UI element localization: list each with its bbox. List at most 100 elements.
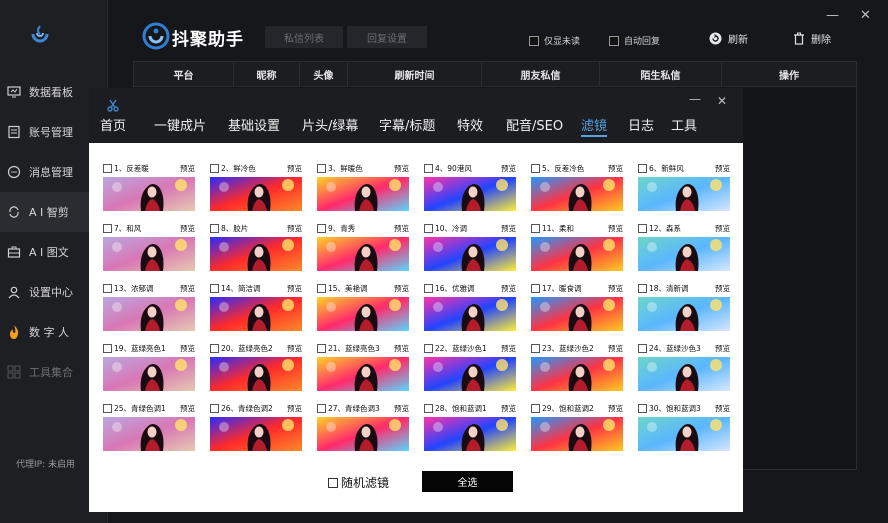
auto-reply-checkbox[interactable]: 自动回复 [609,34,660,47]
filter-item[interactable]: 8、胶片 预览 [210,221,302,276]
preview-link[interactable]: 预览 [608,403,623,414]
filter-item[interactable]: 2、鲜冷色 预览 [210,161,302,216]
filter-item[interactable]: 18、清新调 预览 [638,281,730,336]
preview-link[interactable]: 预览 [287,403,302,414]
tab-dubbing-seo[interactable]: 配音/SEO [506,115,563,134]
preview-link[interactable]: 预览 [608,343,623,354]
filter-checkbox[interactable] [638,283,647,293]
tab-one-click[interactable]: 一键成片 [154,115,206,134]
filter-item[interactable]: 16、优雅调 预览 [424,281,516,336]
filter-checkbox[interactable] [424,343,433,353]
preview-link[interactable]: 预览 [180,283,195,294]
preview-link[interactable]: 预览 [501,163,516,174]
filter-thumbnail[interactable] [317,177,409,211]
filter-checkbox[interactable] [531,223,540,233]
filter-thumbnail[interactable] [638,357,730,391]
col-stranger-messages[interactable]: 陌生私信 [600,62,722,87]
col-refresh-time[interactable]: 刷新时间 [348,62,482,87]
preview-link[interactable]: 预览 [715,403,730,414]
filter-thumbnail[interactable] [424,417,516,451]
col-friend-messages[interactable]: 朋友私信 [482,62,600,87]
filter-thumbnail[interactable] [424,237,516,271]
preview-link[interactable]: 预览 [394,403,409,414]
filter-item[interactable]: 5、反差冷色 预览 [531,161,623,216]
tab-home[interactable]: 首页 [100,115,126,134]
filter-thumbnail[interactable] [531,177,623,211]
filter-thumbnail[interactable] [103,177,195,211]
random-filter-checkbox[interactable]: 随机滤镜 [328,474,389,491]
filter-checkbox[interactable] [424,223,433,233]
filter-thumbnail[interactable] [317,357,409,391]
preview-link[interactable]: 预览 [715,343,730,354]
col-actions[interactable]: 操作 [722,62,856,87]
preview-link[interactable]: 预览 [180,403,195,414]
preview-link[interactable]: 预览 [394,283,409,294]
filter-item[interactable]: 30、饱和蓝调3 预览 [638,401,730,456]
filter-item[interactable]: 23、蓝绿沙色2 预览 [531,341,623,396]
filter-checkbox[interactable] [103,223,112,233]
preview-link[interactable]: 预览 [715,283,730,294]
filter-thumbnail[interactable] [103,357,195,391]
select-all-button[interactable]: 全选 [422,471,513,492]
filter-item[interactable]: 25、青绿色调1 预览 [103,401,195,456]
filter-item[interactable]: 11、柔和 预览 [531,221,623,276]
filter-checkbox[interactable] [210,283,219,293]
filter-thumbnail[interactable] [317,417,409,451]
filter-item[interactable]: 19、蓝绿亮色1 预览 [103,341,195,396]
filter-thumbnail[interactable] [638,177,730,211]
filter-checkbox[interactable] [103,283,112,293]
filter-checkbox[interactable] [210,223,219,233]
filter-thumbnail[interactable] [424,297,516,331]
filter-item[interactable]: 10、冷调 预览 [424,221,516,276]
filter-item[interactable]: 4、90港风 预览 [424,161,516,216]
col-platform[interactable]: 平台 [134,62,234,87]
preview-link[interactable]: 预览 [715,163,730,174]
tab-intro-greenscreen[interactable]: 片头/绿幕 [302,115,358,134]
filter-thumbnail[interactable] [638,297,730,331]
window-close-button[interactable]: ✕ [860,8,871,23]
tab-subtitles[interactable]: 字幕/标题 [379,115,435,134]
refresh-button[interactable]: 刷新 [709,31,748,46]
tab-effects[interactable]: 特效 [457,115,483,134]
filter-item[interactable]: 7、和风 预览 [103,221,195,276]
filter-checkbox[interactable] [638,223,647,233]
filter-thumbnail[interactable] [424,177,516,211]
filter-thumbnail[interactable] [531,297,623,331]
delete-button[interactable]: 删除 [793,31,831,46]
filter-item[interactable]: 1、反差暖 预览 [103,161,195,216]
filter-item[interactable]: 14、简洁调 预览 [210,281,302,336]
preview-link[interactable]: 预览 [180,163,195,174]
filter-thumbnail[interactable] [210,357,302,391]
filter-thumbnail[interactable] [210,237,302,271]
filter-checkbox[interactable] [210,163,219,173]
filter-item[interactable]: 13、浓郁调 预览 [103,281,195,336]
filter-thumbnail[interactable] [103,297,195,331]
filter-checkbox[interactable] [317,223,326,233]
filter-thumbnail[interactable] [103,417,195,451]
filter-checkbox[interactable] [424,403,433,413]
filter-item[interactable]: 15、美艳调 预览 [317,281,409,336]
filter-item[interactable]: 3、鲜暖色 预览 [317,161,409,216]
filter-checkbox[interactable] [103,343,112,353]
checkbox-icon[interactable] [529,35,539,46]
filter-item[interactable]: 26、青绿色调2 预览 [210,401,302,456]
filter-checkbox[interactable] [531,163,540,173]
filter-item[interactable]: 27、青绿色调3 预览 [317,401,409,456]
filter-checkbox[interactable] [531,343,540,353]
tab-filters[interactable]: 滤镜 [581,115,607,134]
preview-link[interactable]: 预览 [608,283,623,294]
preview-link[interactable]: 预览 [287,223,302,234]
filter-thumbnail[interactable] [317,297,409,331]
dialog-minimize-button[interactable]: — [689,92,701,106]
filter-checkbox[interactable] [103,403,112,413]
preview-link[interactable]: 预览 [287,163,302,174]
preview-link[interactable]: 预览 [287,343,302,354]
filter-item[interactable]: 6、新鲜风 预览 [638,161,730,216]
dialog-close-button[interactable]: ✕ [717,94,727,108]
filter-thumbnail[interactable] [210,417,302,451]
filter-checkbox[interactable] [317,283,326,293]
tab-reply-settings[interactable]: 回复设置 [347,26,427,48]
filter-item[interactable]: 17、暖食调 预览 [531,281,623,336]
filter-checkbox[interactable] [531,283,540,293]
filter-thumbnail[interactable] [317,237,409,271]
